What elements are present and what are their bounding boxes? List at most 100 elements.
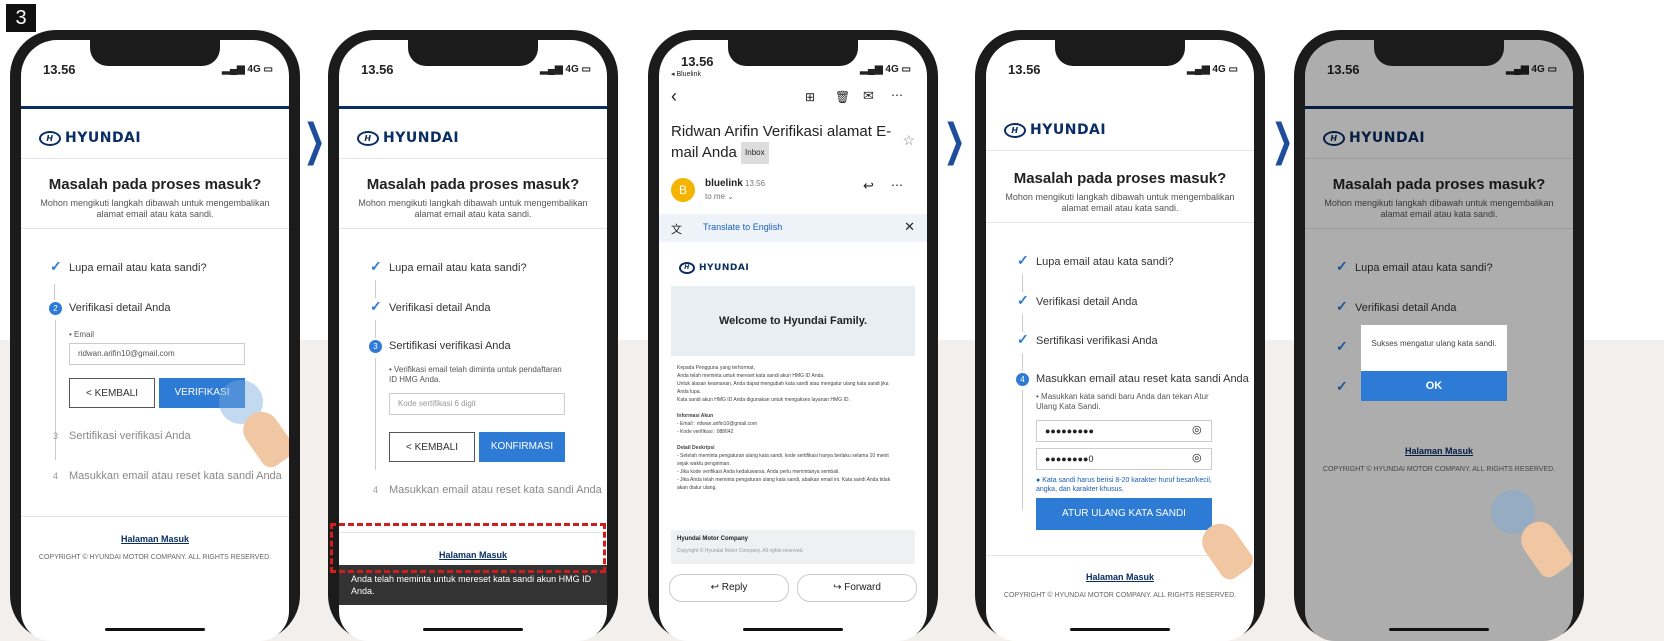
checkmark-icon: ✓ — [370, 298, 382, 314]
step-number-badge: 3 — [6, 4, 36, 32]
network-label: 4G — [1212, 64, 1226, 75]
confirm-button[interactable]: KONFIRMASI — [479, 432, 565, 462]
confirm-password-field[interactable]: ●●●●●●●●0 — [1036, 448, 1212, 470]
desc-line: - Setelah meminta pengaturan ulang kata … — [677, 453, 889, 467]
star-icon[interactable]: ☆ — [902, 132, 915, 149]
reset-password-button[interactable]: ATUR ULANG KATA SANDI — [1036, 498, 1212, 530]
more-icon[interactable]: ⋯ — [891, 88, 903, 102]
login-page-link[interactable]: Halaman Masuk — [21, 534, 289, 544]
divider — [339, 158, 607, 159]
code-input[interactable]: Kode sertifikasi 6 digit — [389, 393, 565, 415]
page-subtitle: Mohon mengikuti langkah dibawah untuk me… — [1005, 192, 1235, 213]
status-time: 13.56 — [361, 62, 394, 77]
step-connector — [1022, 353, 1023, 371]
body-line: Untuk alasan keamanan, Anda dapat mengub… — [677, 381, 889, 395]
step-4-number: 4 — [1016, 373, 1029, 386]
hyundai-logo: H HYUNDAI — [1004, 122, 1106, 138]
notch — [408, 40, 538, 66]
divider — [986, 150, 1254, 151]
phone-3: 13.56 ◂ Bluelink ▂▄▆ 4G ▭ ‹ ⊞ 🗑 ✉ ⋯ Ridw… — [648, 30, 938, 641]
checkmark-icon: ✓ — [1017, 252, 1029, 268]
new-password-field[interactable]: ●●●●●●●●● — [1036, 420, 1212, 442]
brand-name: HYUNDAI — [1030, 122, 1107, 138]
screen-success: 13.56 ▂▄▆ 4G ▭ H HYUNDAI Masalah pada pro… — [1305, 40, 1573, 641]
hint-text: Kata sandi harus berisi 8-20 karakter hu… — [1036, 477, 1212, 493]
signal-indicator: ▂▄▆ 4G ▭ — [1187, 64, 1238, 75]
hyundai-h-icon: H — [679, 262, 695, 274]
reply-icon: ↩ — [710, 582, 722, 593]
recipient[interactable]: to me ⌄ — [705, 192, 734, 201]
divider — [21, 516, 289, 517]
hyundai-h-icon: H — [357, 131, 379, 146]
divider — [986, 222, 1254, 223]
more-icon[interactable]: ⋯ — [891, 178, 903, 192]
step-2-label: Verifikasi detail Anda — [69, 302, 171, 314]
translate-link[interactable]: Translate to English — [703, 222, 782, 232]
network-label: 4G — [885, 64, 899, 75]
step-connector — [54, 284, 55, 300]
hyundai-logo: H HYUNDAI — [357, 130, 459, 146]
step-4-number: 4 — [53, 471, 59, 481]
home-indicator — [105, 628, 205, 631]
step-connector — [375, 358, 376, 470]
step-4-label: Masukkan email atau reset kata sandi And… — [389, 484, 602, 496]
eye-off-icon[interactable]: ◎ — [1192, 423, 1202, 436]
brand-bar — [339, 106, 607, 109]
login-page-link[interactable]: Halaman Masuk — [986, 572, 1254, 582]
back-button[interactable]: < KEMBALI — [389, 432, 475, 462]
welcome-banner: Welcome to Hyundai Family. — [671, 286, 915, 356]
phone-1: 13.56 ▂▄▆ 4G ▭ H HYUNDAI Masalah pada pro… — [10, 30, 300, 641]
ok-button[interactable]: OK — [1361, 371, 1507, 401]
next-arrow-icon: ❯ — [943, 115, 966, 166]
screen-email: 13.56 ◂ Bluelink ▂▄▆ 4G ▭ ‹ ⊞ 🗑 ✉ ⋯ Ridw… — [659, 40, 927, 641]
step-connector — [375, 320, 376, 338]
step-1-label: Lupa email atau kata sandi? — [69, 262, 207, 274]
back-icon[interactable]: ‹ — [671, 86, 677, 107]
divider — [21, 158, 289, 159]
body-line: Kata sandi akun HMG ID Anda digunakan un… — [677, 397, 850, 403]
mail-icon[interactable]: ✉ — [863, 88, 874, 104]
checkmark-icon: ✓ — [50, 258, 62, 274]
reply-button[interactable]: ↩ Reply — [669, 574, 789, 602]
verification-notice: • Verifikasi email telah diminta untuk p… — [389, 365, 562, 384]
info-code: - Kode verifikasi : 088642 — [677, 429, 734, 435]
reset-instruction: • Masukkan kata sandi baru Anda dan teka… — [1036, 392, 1209, 411]
email-subject: Ridwan Arifin Verifikasi alamat E-mail A… — [671, 122, 899, 164]
step-2-number: 2 — [49, 302, 62, 315]
brand-name: HYUNDAI — [383, 130, 460, 146]
notch — [1374, 40, 1504, 66]
success-dialog: Sukses mengatur ulang kata sandi. OK — [1361, 325, 1507, 401]
translate-icon: 文 — [671, 224, 682, 236]
body-line: Kepada Pengguna yang terhormat, — [677, 365, 755, 371]
email-field[interactable]: ridwan.arifin10@gmail.com — [69, 343, 245, 365]
notch — [90, 40, 220, 66]
page-title: Masalah pada proses masuk? — [48, 176, 262, 193]
close-icon[interactable]: ✕ — [904, 219, 915, 235]
delete-icon[interactable]: 🗑 — [835, 90, 850, 104]
back-button[interactable]: < KEMBALI — [69, 378, 155, 408]
step-3-label: Sertifikasi verifikasi Anda — [1036, 335, 1158, 347]
network-label: 4G — [247, 64, 261, 75]
forward-label: Forward — [844, 582, 881, 593]
checkmark-icon: ✓ — [1017, 331, 1029, 347]
screen-verify-detail: 13.56 ▂▄▆ 4G ▭ H HYUNDAI Masalah pada pro… — [21, 40, 289, 641]
avatar: B — [671, 178, 695, 202]
archive-icon[interactable]: ⊞ — [805, 90, 815, 104]
forward-icon: ↪ — [833, 582, 845, 593]
step-connector — [375, 280, 376, 298]
forward-button[interactable]: ↪ Forward — [797, 574, 917, 602]
body-line: Anda telah meminta untuk mereset kata sa… — [677, 373, 825, 379]
divider — [21, 228, 289, 229]
status-time: 13.56 — [681, 54, 714, 69]
translate-bar[interactable]: 文 Translate to English ✕ — [659, 214, 927, 242]
hyundai-logo: H HYUNDAI — [679, 262, 749, 274]
reply-icon[interactable]: ↩ — [863, 178, 874, 194]
desc-heading: Detail Deskripsi — [677, 445, 715, 451]
home-indicator — [1389, 628, 1489, 631]
step-3-number: 3 — [53, 431, 59, 441]
notch — [1055, 40, 1185, 66]
eye-off-icon[interactable]: ◎ — [1192, 451, 1202, 464]
back-to-app[interactable]: ◂ Bluelink — [671, 70, 701, 78]
home-indicator — [743, 628, 843, 631]
inbox-badge: Inbox — [741, 142, 769, 164]
